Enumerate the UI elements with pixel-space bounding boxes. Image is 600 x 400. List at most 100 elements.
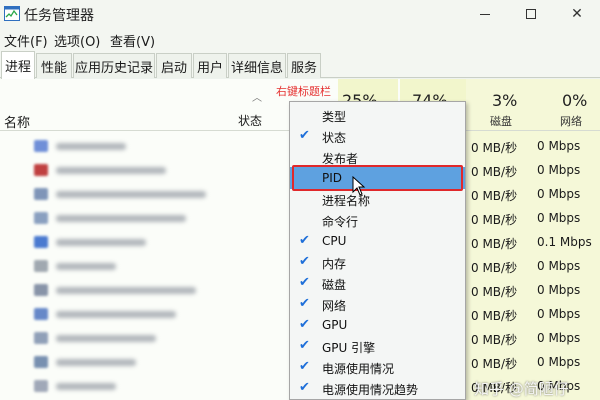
tab-users[interactable]: 用户 [193,53,227,78]
checkmark-icon: ✔ [299,128,310,143]
network-value: 0 Mbps [537,211,581,225]
process-name-redacted [56,143,126,150]
checkmark-icon: ✔ [299,317,310,332]
process-name-redacted [56,359,136,366]
minimize-button[interactable] [462,0,508,28]
context-menu-item-label: 电源使用情况 [322,362,395,376]
checkmark-icon: ✔ [299,233,310,248]
process-icon [34,188,48,200]
menu-file[interactable]: 文件(F) [4,31,48,50]
context-menu-item-label: GPU [322,318,348,332]
context-menu-item[interactable]: PID [290,167,465,189]
context-menu-item[interactable]: ✔ 内存 [290,251,465,273]
minimize-icon [480,13,490,15]
checkmark-icon: ✔ [299,275,310,290]
context-menu-item[interactable]: ✔ 电源使用情况趋势 [290,377,465,399]
network-value: 0 Mbps [537,331,581,345]
disk-value: 0 MB/秒 [471,237,518,251]
context-menu-item[interactable]: ✔ 电源使用情况 [290,356,465,378]
context-menu-item-label: 类型 [322,110,347,124]
process-name-redacted [56,239,146,246]
context-menu-item[interactable]: 命令行 [290,209,465,231]
checkmark-icon: ✔ [299,296,310,311]
disk-value: 0 MB/秒 [471,309,518,323]
context-menu-item[interactable]: ✔ CPU [290,230,465,252]
process-name-redacted [56,167,166,174]
disk-value: 0 MB/秒 [471,141,518,155]
column-status-header[interactable]: 状态 [238,112,262,129]
process-name-redacted [56,335,156,342]
disk-percent[interactable]: 3% [492,91,517,110]
disk-column-header[interactable]: 磁盘 [490,113,512,129]
tab-app-history[interactable]: 应用历史记录 [73,53,155,78]
process-icon [34,140,48,152]
checkmark-icon: ✔ [299,338,310,353]
disk-value: 0 MB/秒 [471,261,518,275]
tab-bar: 进程 性能 应用历史记录 启动 用户 详细信息 服务 [0,50,600,79]
disk-value: 0 MB/秒 [471,333,518,347]
context-menu-item-label: 内存 [322,257,347,271]
tab-startup[interactable]: 启动 [156,53,192,78]
checkmark-icon: ✔ [299,359,310,374]
process-name-redacted [56,215,186,222]
menu-view[interactable]: 查看(V) [110,31,155,50]
maximize-button[interactable] [508,0,554,28]
disk-value: 0 MB/秒 [471,165,518,179]
annotation-label: 右键标题栏 [276,85,331,98]
context-menu-item[interactable]: ✔ 磁盘 [290,272,465,294]
column-name-header[interactable]: 名称 [4,112,30,131]
column-context-menu: 类型 ✔ 状态 发布者 PID 进程名称 命令行 ✔ CPU ✔ 内存 ✔ 磁盘 ✔ 网络 ✔ GPU ✔ GPU … [289,101,466,400]
checkmark-icon: ✔ [299,380,310,395]
process-icon [34,308,48,320]
title-bar: 任务管理器 ✕ [0,0,600,28]
checkmark-icon: ✔ [299,254,310,269]
network-value: 0 Mbps [537,307,581,321]
tab-processes[interactable]: 进程 [1,51,35,79]
context-menu-item-label: 磁盘 [322,278,347,292]
context-menu-item[interactable]: 发布者 [290,146,465,168]
network-value: 0 Mbps [537,355,581,369]
process-name-redacted [56,287,196,294]
context-menu-item-label: 命令行 [322,215,359,229]
context-menu-item-label: GPU 引擎 [322,341,376,355]
process-name-redacted [56,311,176,318]
task-manager-icon [4,6,20,21]
network-value: 0 Mbps [537,259,581,273]
process-icon [34,380,48,392]
context-menu-item[interactable]: ✔ GPU 引擎 [290,335,465,357]
context-menu-item-label: 发布者 [322,152,359,166]
menu-bar: 文件(F) 选项(O) 查看(V) [0,28,600,50]
process-icon [34,332,48,344]
maximize-icon [526,9,536,19]
context-menu-item[interactable]: ✔ 网络 [290,293,465,315]
context-menu-item[interactable]: 类型 [290,104,465,126]
context-menu-item[interactable]: ✔ 状态 [290,125,465,147]
close-button[interactable]: ✕ [554,0,600,28]
network-column-header[interactable]: 网络 [560,113,582,129]
context-menu-item[interactable]: ✔ GPU [290,314,465,336]
disk-value: 0 MB/秒 [471,189,518,203]
menu-options[interactable]: 选项(O) [54,31,100,50]
tab-performance[interactable]: 性能 [36,53,72,78]
window-title: 任务管理器 [24,8,94,24]
tab-services[interactable]: 服务 [287,53,321,78]
process-icon [34,260,48,272]
context-menu-item[interactable]: 进程名称 [290,188,465,210]
process-name-redacted [56,191,206,198]
network-percent[interactable]: 0% [562,91,587,110]
network-value: 0 Mbps [537,163,581,177]
network-value: 0.1 Mbps [537,235,592,249]
mouse-cursor-icon [352,176,366,196]
process-icon [34,284,48,296]
context-menu-item-label: 电源使用情况趋势 [322,383,419,397]
disk-value: 0 MB/秒 [471,213,518,227]
disk-value: 0 MB/秒 [471,357,518,371]
process-icon [34,236,48,248]
process-name-redacted [56,263,116,270]
network-value: 0 Mbps [537,187,581,201]
process-icon [34,164,48,176]
chevron-up-icon: ︿ [252,93,262,104]
tab-details[interactable]: 详细信息 [228,53,286,78]
process-name-redacted [56,383,116,390]
process-icon [34,356,48,368]
